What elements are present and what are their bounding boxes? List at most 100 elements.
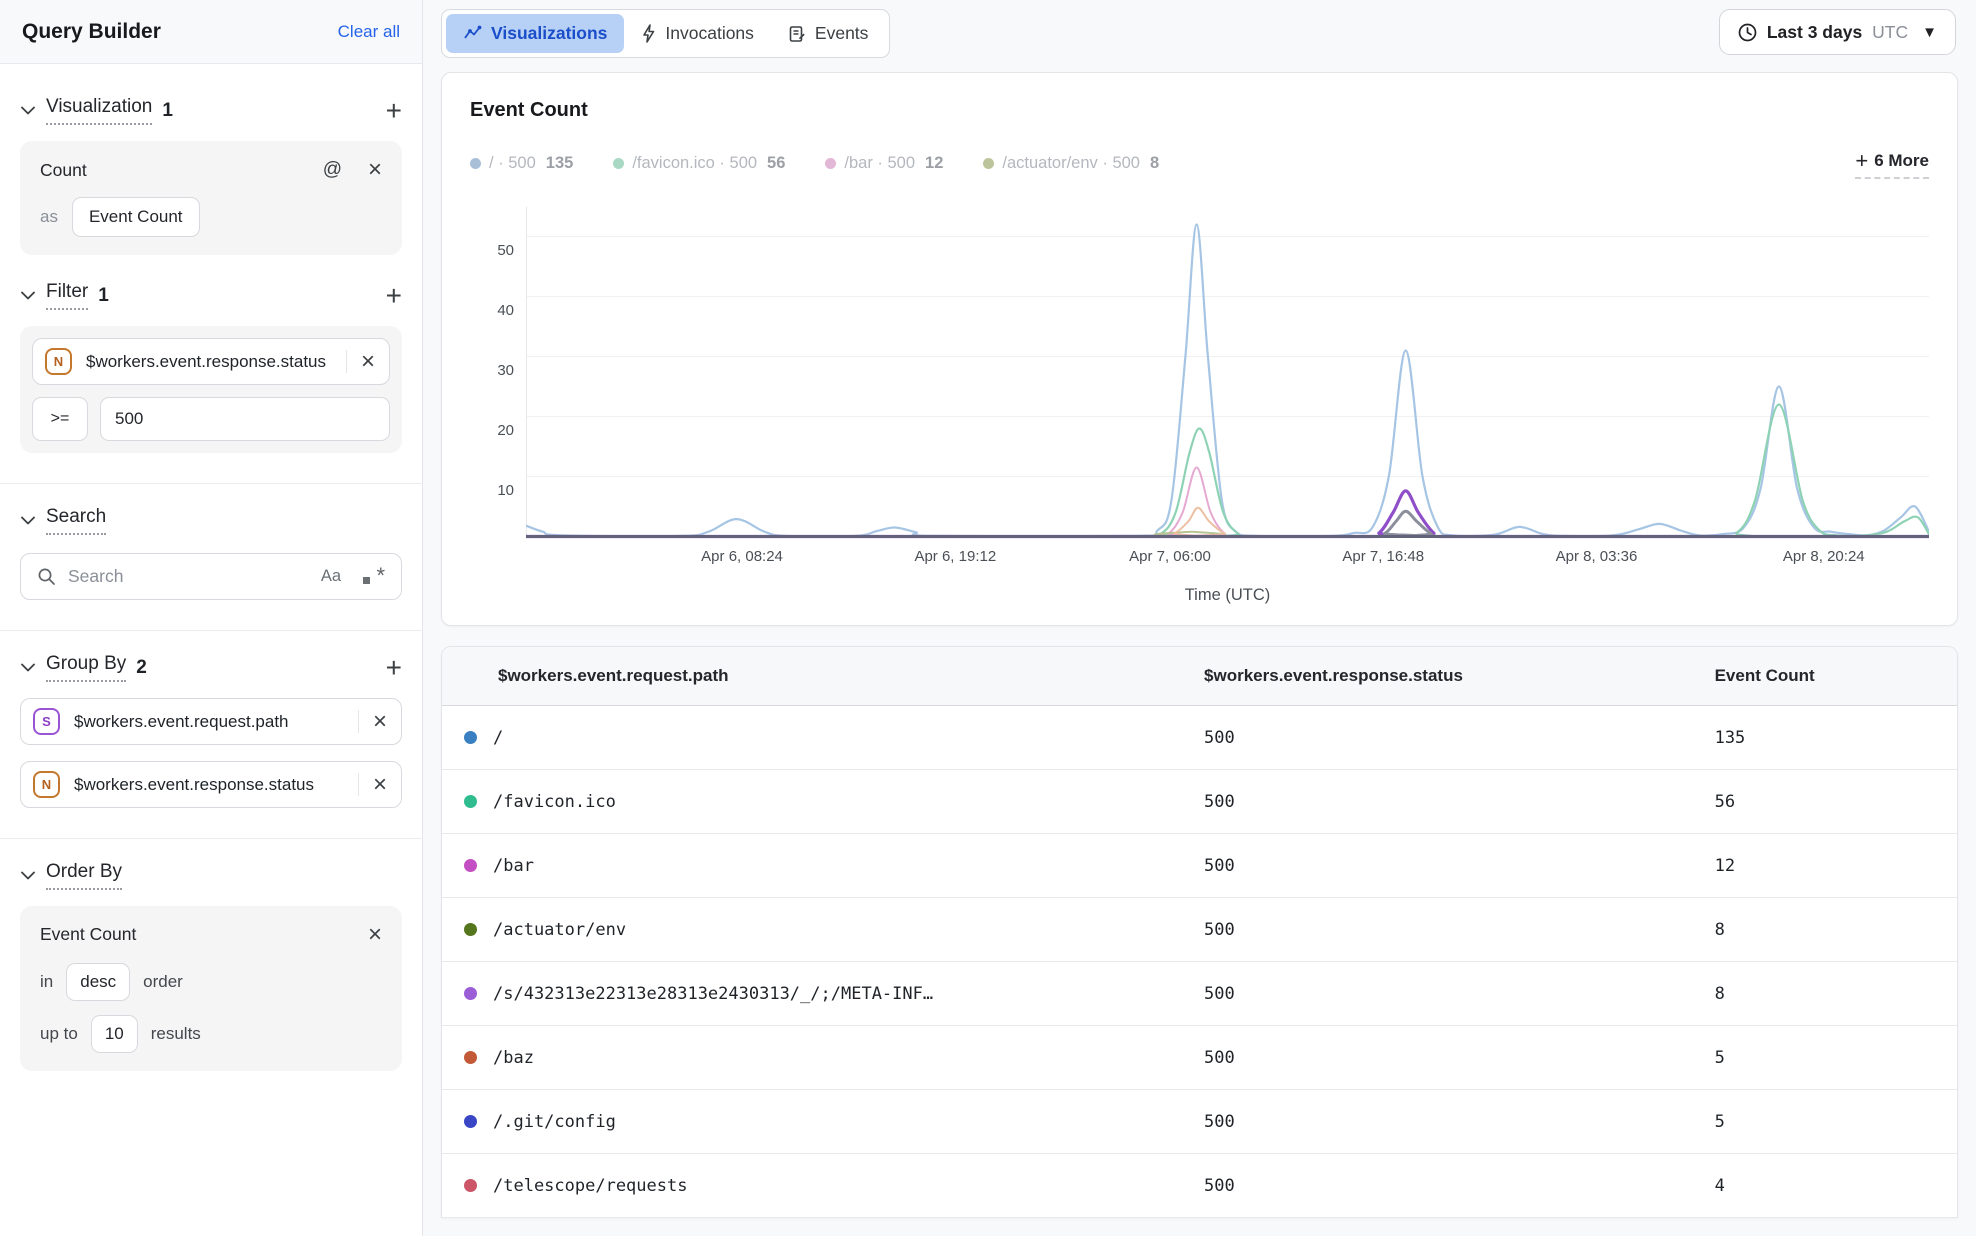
table-row[interactable]: /s/432313e22313e28313e2430313/_/;/META-I…	[442, 962, 1957, 1026]
series-color-dot	[464, 1115, 477, 1128]
chart-card: Event Count / · 500135/favicon.ico · 500…	[441, 72, 1958, 626]
orderby-field: Event Count	[40, 924, 136, 945]
section-groupby-label[interactable]: Group By	[46, 653, 126, 682]
at-sign-icon[interactable]: @	[323, 159, 342, 181]
table-row[interactable]: /baz5005	[442, 1026, 1957, 1090]
filter-field-name: $workers.event.response.status	[86, 352, 346, 372]
chevron-down-icon[interactable]	[20, 868, 36, 884]
time-zone-label: UTC	[1872, 22, 1908, 43]
table-row[interactable]: /500135	[442, 706, 1957, 770]
tab-invocations[interactable]: Invocations	[624, 14, 771, 53]
visualization-card: Count @ × as Event Count	[20, 141, 402, 255]
add-filter-button[interactable]: +	[386, 282, 402, 310]
section-search-label[interactable]: Search	[46, 506, 106, 535]
y-tick-label: 20	[497, 422, 514, 439]
remove-visualization-button[interactable]: ×	[368, 160, 382, 179]
alias-field[interactable]: Event Count	[72, 197, 200, 237]
chevron-down-icon[interactable]	[20, 288, 36, 304]
table-row[interactable]: /telescope/requests5004	[442, 1154, 1957, 1218]
groupby-field-input[interactable]: N $workers.event.response.status ×	[20, 761, 402, 808]
legend-item[interactable]: / · 500135	[470, 154, 573, 173]
time-range-button[interactable]: Last 3 days UTC ▼	[1719, 9, 1956, 55]
section-visualization-label[interactable]: Visualization	[46, 96, 152, 125]
series-color-dot	[983, 158, 994, 169]
series-color-dot	[464, 1051, 477, 1064]
section-divider	[0, 838, 422, 839]
cell-path: /.git/config	[493, 1112, 616, 1132]
as-label: as	[40, 207, 58, 227]
table-row[interactable]: /bar 50012	[442, 834, 1957, 898]
cell-path: /actuator/env	[493, 920, 626, 940]
groupby-field-input[interactable]: S $workers.event.request.path ×	[20, 698, 402, 745]
column-header-path[interactable]: $workers.event.request.path	[442, 647, 1204, 705]
regex-icon[interactable]: *	[363, 567, 385, 587]
chevron-down-icon[interactable]	[20, 513, 36, 529]
chart-series-line	[526, 225, 1929, 537]
add-visualization-button[interactable]: +	[386, 97, 402, 125]
chart-legend: / · 500135/favicon.ico · 50056/bar · 500…	[470, 154, 1855, 173]
search-icon	[37, 567, 56, 586]
metric-name: Count	[40, 160, 87, 181]
y-tick-label: 50	[497, 242, 514, 259]
filter-count: 1	[98, 285, 109, 307]
tab-visualizations[interactable]: Visualizations	[446, 14, 624, 53]
table-row[interactable]: /favicon.ico50056	[442, 770, 1957, 834]
x-tick-label: Apr 7, 16:48	[1342, 548, 1424, 565]
remove-orderby-button[interactable]: ×	[368, 925, 382, 944]
remove-groupby-button[interactable]: ×	[358, 710, 401, 733]
search-box[interactable]: Aa *	[20, 553, 402, 600]
column-header-count[interactable]: Event Count	[1715, 647, 1957, 705]
cell-count: 8	[1715, 920, 1957, 940]
clear-all-link[interactable]: Clear all	[338, 22, 400, 42]
chart-plot[interactable]	[526, 193, 1929, 544]
tab-events[interactable]: Events	[771, 14, 886, 53]
match-case-icon[interactable]: Aa	[321, 567, 341, 586]
table-row[interactable]: /actuator/env5008	[442, 898, 1957, 962]
legend-item[interactable]: /actuator/env · 5008	[983, 154, 1159, 173]
cell-status: 500	[1204, 1048, 1715, 1068]
chart-series-line	[526, 468, 1929, 537]
cell-path: /baz	[493, 1048, 534, 1068]
cell-status: 500	[1204, 728, 1715, 748]
search-input[interactable]	[68, 566, 311, 587]
content-scroll[interactable]: Event Count / · 500135/favicon.ico · 500…	[423, 58, 1976, 1218]
filter-operator-select[interactable]: >=	[32, 397, 88, 441]
table-row[interactable]: /.git/config5005	[442, 1090, 1957, 1154]
series-color-dot	[464, 795, 477, 808]
cell-count: 8	[1715, 984, 1957, 1004]
column-header-status[interactable]: $workers.event.response.status	[1204, 647, 1715, 705]
series-color-dot	[825, 158, 836, 169]
groupby-field-name: $workers.event.request.path	[74, 712, 358, 732]
section-orderby-label[interactable]: Order By	[46, 861, 122, 890]
filter-field-input[interactable]: N $workers.event.response.status ×	[32, 338, 390, 385]
bolt-icon	[641, 24, 656, 43]
series-color-dot	[464, 923, 477, 936]
cell-status: 500	[1204, 856, 1715, 876]
cell-count: 12	[1715, 856, 1957, 876]
plus-icon: +	[1855, 148, 1868, 174]
chevron-down-icon[interactable]	[20, 103, 36, 119]
in-label: in	[40, 972, 53, 992]
chevron-down-icon[interactable]	[20, 660, 36, 676]
series-color-dot	[613, 158, 624, 169]
series-color-dot	[464, 859, 477, 872]
sidebar-body: Visualization 1 + Count @ × as Event Cou…	[0, 64, 422, 1091]
legend-more-button[interactable]: + 6 More	[1855, 148, 1929, 179]
x-tick-label: Apr 6, 19:12	[914, 548, 996, 565]
limit-input[interactable]: 10	[91, 1015, 138, 1053]
section-filter-label[interactable]: Filter	[46, 281, 88, 310]
remove-groupby-button[interactable]: ×	[358, 773, 401, 796]
x-axis: Apr 6, 08:24Apr 6, 19:12Apr 7, 06:00Apr …	[470, 548, 1929, 572]
direction-select[interactable]: desc	[66, 963, 130, 1001]
legend-item[interactable]: /bar · 50012	[825, 154, 943, 173]
remove-filter-button[interactable]: ×	[346, 350, 389, 373]
chart-title: Event Count	[470, 99, 1929, 122]
number-type-icon: N	[33, 771, 60, 798]
results-table: $workers.event.request.path $workers.eve…	[442, 647, 1957, 1218]
filter-value-input[interactable]	[100, 397, 390, 441]
series-color-dot	[464, 987, 477, 1000]
topbar: VisualizationsInvocationsEvents Last 3 d…	[423, 0, 1976, 58]
legend-item[interactable]: /favicon.ico · 50056	[613, 154, 785, 173]
add-groupby-button[interactable]: +	[386, 654, 402, 682]
cell-path: /bar	[493, 856, 534, 876]
